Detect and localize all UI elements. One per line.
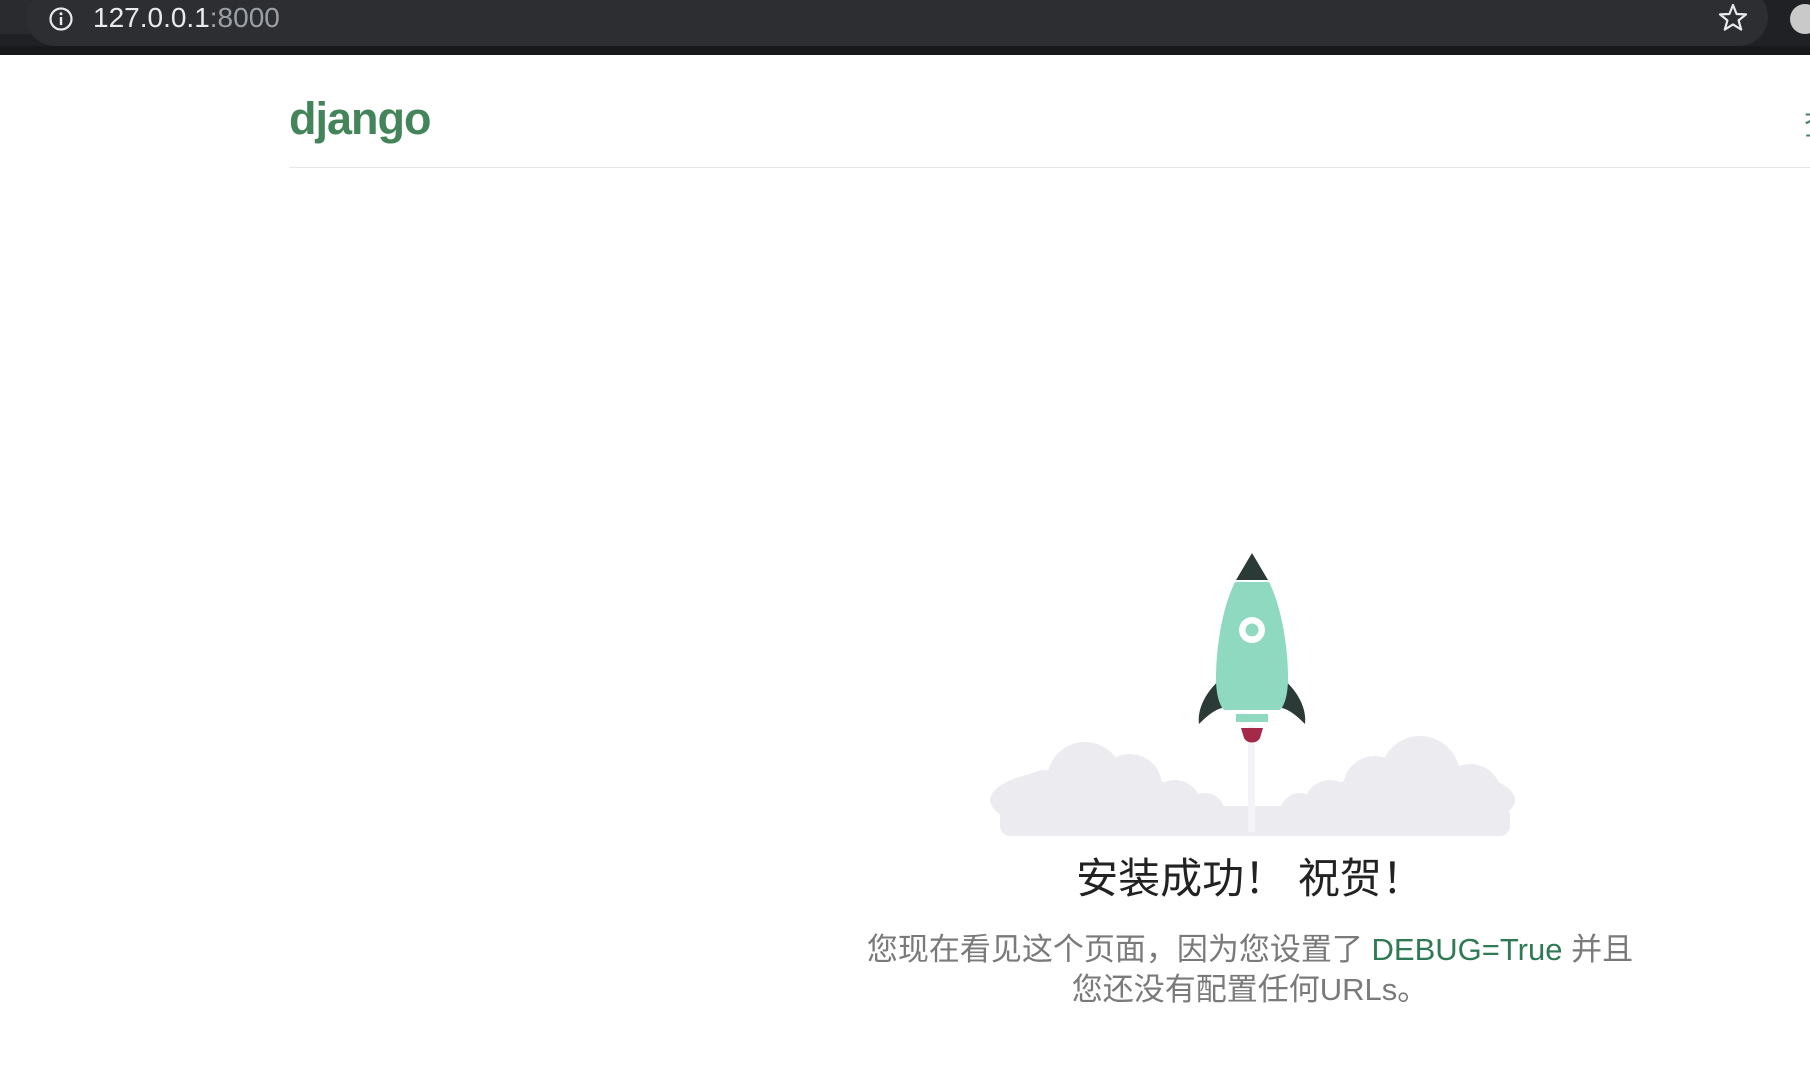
desc-text-after: 并且 <box>1562 932 1634 967</box>
url-host: 127.0.0.1 <box>93 2 210 33</box>
address-bar[interactable] <box>26 0 1768 46</box>
avatar[interactable] <box>1790 4 1810 34</box>
debug-setting: DEBUG=True <box>1371 932 1563 967</box>
star-icon[interactable] <box>1717 2 1749 34</box>
success-description: 您现在看见这个页面，因为您设置了 DEBUG=True 并且 您还没有配置任何U… <box>820 930 1680 1010</box>
rocket-illustration <box>990 553 1515 836</box>
url-text[interactable]: 127.0.0.1:8000 <box>93 2 280 34</box>
desc-text-line2: 您还没有配置任何URLs。 <box>1071 972 1429 1007</box>
url-port: :8000 <box>209 2 280 33</box>
browser-toolbar: 127.0.0.1:8000 <box>0 0 1810 55</box>
desc-text-before: 您现在看见这个页面，因为您设置了 <box>866 932 1372 967</box>
rocket <box>1198 553 1306 743</box>
site-header: django 查 <box>289 90 1810 168</box>
toolbar-divider <box>0 46 1810 55</box>
django-logo[interactable]: django <box>289 90 431 148</box>
header-link[interactable]: 查 <box>1804 100 1810 144</box>
info-icon[interactable] <box>48 6 74 32</box>
success-headline: 安装成功！ 祝贺！ <box>1076 855 1424 902</box>
